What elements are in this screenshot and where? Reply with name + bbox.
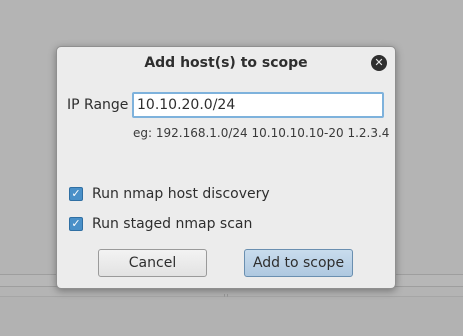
nmap-host-discovery-label: Run nmap host discovery bbox=[92, 186, 270, 202]
staged-nmap-scan-label: Run staged nmap scan bbox=[92, 216, 253, 232]
background-area bbox=[0, 297, 463, 336]
ip-range-input[interactable] bbox=[132, 92, 384, 118]
ip-range-label: IP Range bbox=[67, 97, 129, 113]
close-icon[interactable]: ✕ bbox=[371, 55, 387, 71]
add-to-scope-button[interactable]: Add to scope bbox=[244, 249, 353, 277]
dialog-title: Add host(s) to scope bbox=[144, 55, 308, 71]
cancel-button[interactable]: Cancel bbox=[98, 249, 207, 277]
staged-nmap-scan-option[interactable]: ✓ Run staged nmap scan bbox=[69, 216, 252, 232]
nmap-host-discovery-checkbox[interactable]: ✓ bbox=[69, 187, 83, 201]
add-hosts-dialog: Add host(s) to scope ✕ IP Range eg: 192.… bbox=[56, 46, 396, 289]
ip-range-hint: eg: 192.168.1.0/24 10.10.10.10-20 1.2.3.… bbox=[133, 126, 390, 140]
nmap-host-discovery-option[interactable]: ✓ Run nmap host discovery bbox=[69, 186, 270, 202]
staged-nmap-scan-checkbox[interactable]: ✓ bbox=[69, 217, 83, 231]
